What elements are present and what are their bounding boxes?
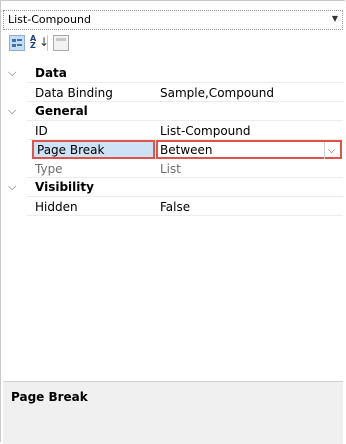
object-selector-value: List-Compound — [8, 13, 91, 26]
category-row-general[interactable]: ⌵ General — [3, 102, 343, 121]
categorized-icon-part — [12, 39, 16, 42]
property-row-page-break[interactable]: ⌵ Page Break Between — [3, 140, 343, 159]
collapse-chevron-icon[interactable]: ⌵ — [8, 104, 16, 118]
property-name: Page Break — [37, 143, 105, 157]
alphabetical-sort-icon[interactable]: A Z ↓ — [30, 35, 49, 51]
category-row-visibility[interactable]: ⌵ Visibility — [3, 178, 343, 197]
category-label: General — [35, 104, 88, 118]
category-label: Visibility — [35, 180, 94, 194]
property-value[interactable]: False — [160, 200, 190, 214]
property-name: ID — [35, 124, 48, 138]
property-row-id[interactable]: ID List-Compound — [3, 121, 343, 140]
category-label: Data — [35, 66, 67, 80]
categorized-icon-part — [17, 39, 22, 41]
property-name: Data Binding — [35, 86, 113, 100]
object-selector-dropdown[interactable]: List-Compound ▼ — [3, 10, 343, 30]
collapse-chevron-icon[interactable]: ⌵ — [8, 66, 16, 80]
row-divider — [27, 215, 343, 216]
property-row-type[interactable]: Type List — [3, 159, 343, 178]
property-pages-icon-bar — [56, 38, 66, 41]
property-name: Hidden — [35, 200, 78, 214]
property-grid-toolbar: A Z ↓ — [3, 33, 343, 57]
property-grid: ⌵ Data Data Binding Sample,Compound ⌵ Ge… — [3, 64, 343, 378]
property-value[interactable]: Sample,Compound — [160, 86, 274, 100]
dropdown-arrow-icon[interactable]: ▼ — [332, 14, 338, 23]
categorized-view-icon[interactable] — [9, 35, 25, 51]
category-row-data[interactable]: ⌵ Data — [3, 64, 343, 83]
toolbar-separator — [47, 35, 48, 51]
description-pane: Page Break — [3, 381, 343, 444]
categorized-icon-part — [17, 44, 22, 46]
property-pages-icon[interactable] — [53, 35, 69, 51]
description-title: Page Break — [11, 390, 88, 404]
row-gutter — [3, 159, 27, 178]
row-gutter — [3, 83, 27, 102]
property-value: List — [160, 162, 181, 176]
alphabetical-glyph-z: Z — [30, 41, 36, 50]
chevron-down-icon[interactable]: ⌵ — [324, 142, 338, 159]
property-value[interactable]: Between — [160, 143, 213, 157]
property-row-hidden[interactable]: Hidden False — [3, 197, 343, 216]
property-value[interactable]: List-Compound — [160, 124, 251, 138]
categorized-icon-part — [12, 44, 16, 47]
property-name: Type — [35, 162, 63, 176]
property-row-data-binding[interactable]: Data Binding Sample,Compound — [3, 83, 343, 102]
row-gutter — [3, 121, 27, 140]
collapse-chevron-icon[interactable]: ⌵ — [8, 180, 16, 194]
row-gutter — [3, 197, 27, 216]
row-gutter — [3, 140, 27, 159]
